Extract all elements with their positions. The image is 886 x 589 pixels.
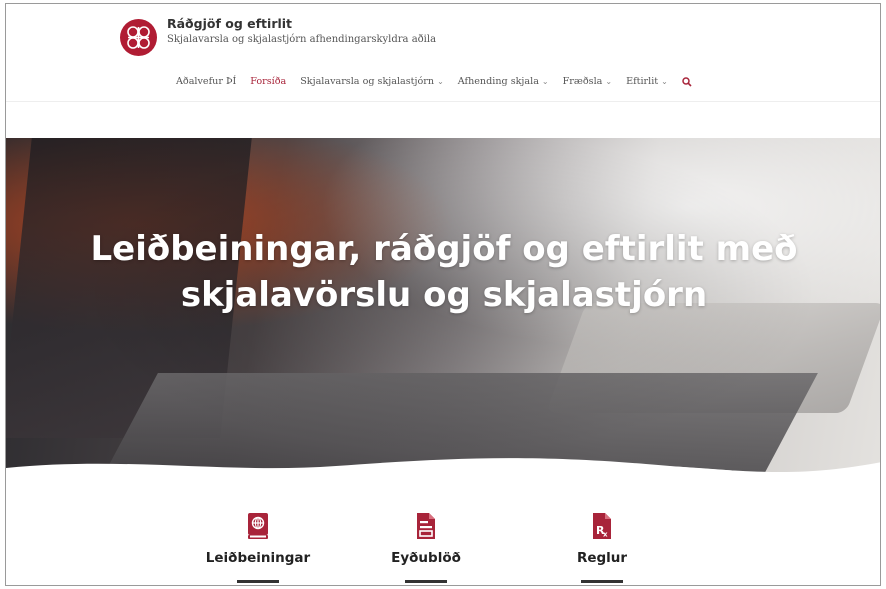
search-icon (682, 76, 692, 87)
chevron-down-icon: ⌄ (437, 77, 444, 86)
nav-item-afhending[interactable]: Afhending skjala ⌄ (458, 76, 549, 87)
nav-item-skjalavarsla[interactable]: Skjalavarsla og skjalastjórn ⌄ (300, 76, 444, 87)
chevron-down-icon: ⌄ (605, 77, 613, 86)
nav-item-eftirlit[interactable]: Eftirlit ⌄ (626, 76, 668, 87)
feature-underline (581, 580, 623, 583)
site-logo[interactable] (120, 19, 157, 56)
feature-label: Eyðublöð (391, 550, 461, 566)
book-globe-icon (248, 513, 268, 539)
browser-viewport: Ráðgjöf og eftirlit Skjalavarsla og skja… (5, 3, 881, 586)
nav-item-label: Aðalvefur ÞÍ (176, 76, 237, 87)
nav-item-label: Eftirlit (626, 76, 659, 87)
nav-item-adalvefur[interactable]: Aðalvefur ÞÍ (176, 76, 236, 87)
feature-leidbeiningar[interactable]: Leiðbeiningar (198, 512, 318, 583)
rx-document-icon: R x (593, 513, 611, 539)
feature-eydublod[interactable]: Eyðublöð (366, 512, 486, 583)
feature-label: Reglur (576, 550, 628, 566)
nav-item-label: Fræðsla (562, 76, 603, 87)
nav-item-fraedsla[interactable]: Fræðsla ⌄ (563, 76, 612, 87)
header-divider (6, 101, 880, 102)
nav-item-label: Skjalavarsla og skjalastjórn (300, 76, 435, 87)
hero-banner: Leiðbeiningar, ráðgjöf og eftirlit með s… (6, 138, 880, 482)
main-navigation: Aðalvefur ÞÍ Forsíða Skjalavarsla og skj… (176, 76, 692, 87)
nav-item-label: Forsíða (250, 76, 287, 87)
site-subtitle: Skjalavarsla og skjalastjórn afhendingar… (167, 34, 437, 45)
chevron-down-icon: ⌄ (661, 77, 668, 86)
site-title[interactable]: Ráðgjöf og eftirlit (167, 16, 292, 31)
hero-title: Leiðbeiningar, ráðgjöf og eftirlit með s… (90, 229, 798, 315)
nav-item-label: Afhending skjala (457, 76, 539, 87)
form-document-icon (417, 513, 435, 539)
feature-reglur[interactable]: R x Reglur (542, 512, 662, 583)
feature-label: Leiðbeiningar (205, 550, 311, 566)
chevron-down-icon: ⌄ (541, 77, 549, 86)
knot-emblem-icon (127, 26, 150, 49)
hero-wave-divider (6, 458, 880, 496)
feature-underline (405, 580, 447, 583)
svg-text:x: x (603, 531, 608, 539)
search-button[interactable] (682, 76, 692, 87)
feature-underline (237, 580, 279, 583)
nav-item-forsida[interactable]: Forsíða (250, 76, 286, 87)
